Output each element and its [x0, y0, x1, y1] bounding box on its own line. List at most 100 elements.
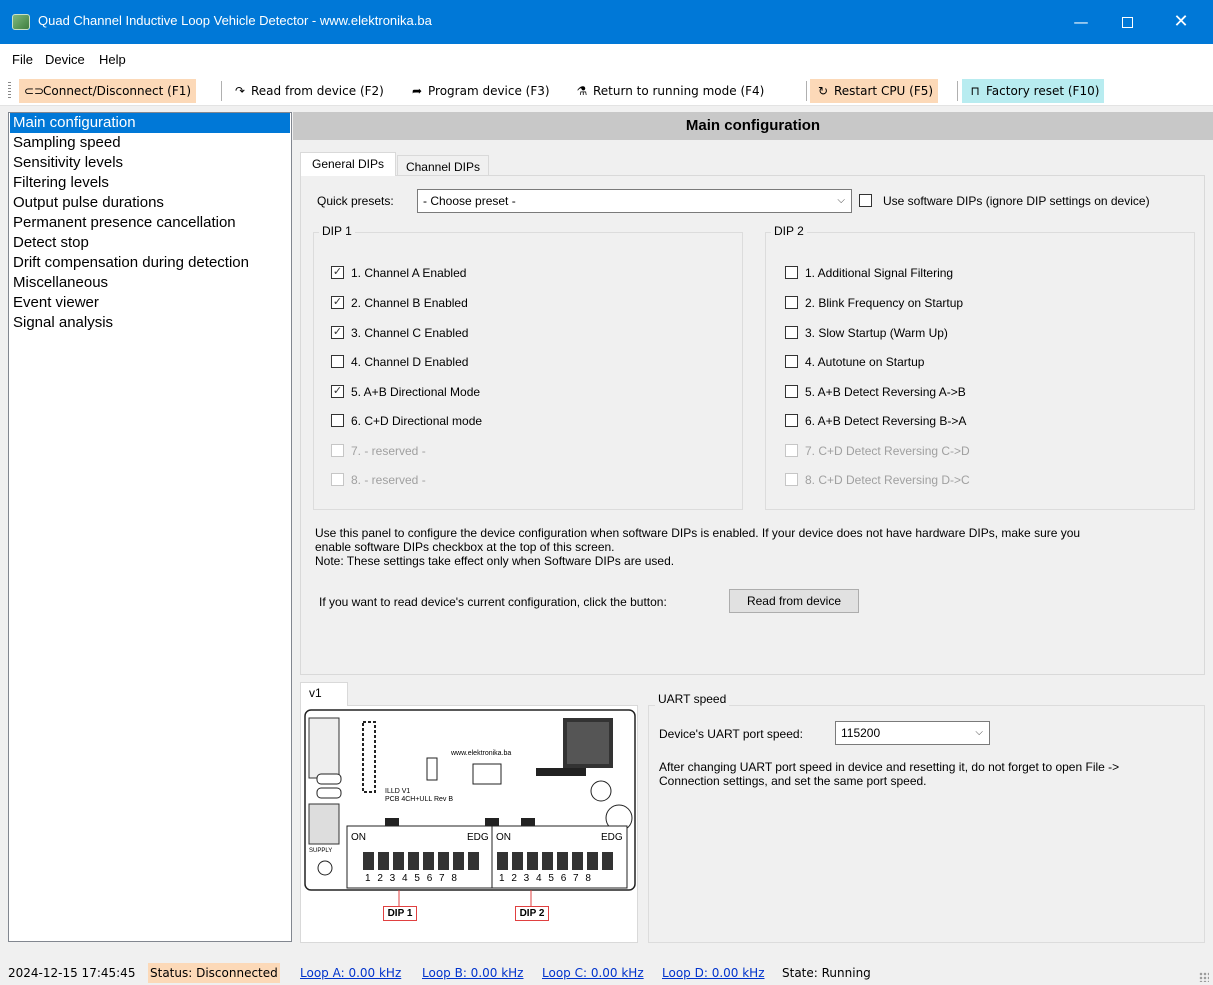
- checkbox-box: [785, 326, 798, 339]
- checkbox-box: [331, 444, 344, 457]
- dip2-callout: DIP 2: [515, 906, 549, 921]
- factory-reset-icon: ⊓: [970, 84, 980, 98]
- uart-note-line1: After changing UART port speed in device…: [659, 760, 1120, 774]
- dip1-on-label: ON: [351, 832, 366, 843]
- status-state: State: Running: [782, 966, 871, 980]
- dip1-edg-label: EDG: [467, 832, 489, 843]
- board-rev-text: PCB 4CH+ULL Rev B: [385, 796, 454, 803]
- page-title: Main configuration: [293, 112, 1213, 140]
- uart-speed-group-title: UART speed: [655, 692, 730, 706]
- checkbox-box: [785, 385, 798, 398]
- tab-v1[interactable]: v1: [300, 682, 348, 706]
- checkbox-checked: ✓: [331, 326, 344, 339]
- toolbar: ⊂⊃Connect/Disconnect (F1) ↷ Read from dev…: [0, 76, 1213, 106]
- dip2-edg-label: EDG: [601, 832, 623, 843]
- toolbar-separator: [806, 81, 807, 101]
- dip2-switch-numbers: 1 2 3 4 5 6 7 8: [499, 873, 593, 884]
- toolbar-separator: [221, 81, 222, 101]
- restart-icon: ↻: [817, 84, 829, 98]
- dip2-group-title: DIP 2: [771, 224, 807, 238]
- quick-presets-label: Quick presets:: [317, 194, 394, 208]
- read-config-prompt: If you want to read device's current con…: [319, 595, 667, 609]
- dip2-on-label: ON: [496, 832, 511, 843]
- checkbox-box: [331, 414, 344, 427]
- sidebar-item-miscellaneous[interactable]: Miscellaneous: [10, 273, 290, 293]
- status-loop-c[interactable]: Loop C: 0.00 kHz: [540, 963, 646, 983]
- restart-cpu-button[interactable]: ↻ Restart CPU (F5): [810, 79, 939, 103]
- checkbox-box: [785, 414, 798, 427]
- menu-device[interactable]: Device: [45, 52, 85, 67]
- tab-general-dips[interactable]: General DIPs: [300, 152, 396, 176]
- checkbox-box: [859, 194, 872, 207]
- resize-grip-icon[interactable]: [1199, 972, 1209, 982]
- dip1-callout: DIP 1: [383, 906, 417, 921]
- checkbox-box: [785, 473, 798, 486]
- toolbar-separator: [957, 81, 958, 101]
- checkbox-checked: ✓: [331, 266, 344, 279]
- close-button[interactable]: ✕: [1158, 0, 1204, 44]
- board-website-text: www.elektronika.ba: [451, 750, 512, 757]
- checkbox-checked: ✓: [331, 296, 344, 309]
- checkbox-box: [785, 266, 798, 279]
- status-loop-a[interactable]: Loop A: 0.00 kHz: [298, 963, 403, 983]
- software-dips-note-line1: Use this panel to configure the device c…: [315, 526, 1081, 540]
- menu-help[interactable]: Help: [99, 52, 126, 67]
- sidebar-item-main-configuration[interactable]: Main configuration: [10, 113, 290, 133]
- read-from-device-panel-button[interactable]: Read from device: [729, 589, 859, 613]
- checkbox-box: [331, 355, 344, 368]
- board-name-text: ILLD V1: [385, 788, 411, 795]
- program-icon: ➦: [411, 84, 423, 98]
- sidebar-item-sampling-speed[interactable]: Sampling speed: [10, 133, 290, 153]
- status-loop-b[interactable]: Loop B: 0.00 kHz: [420, 963, 525, 983]
- menu-file[interactable]: File: [12, 52, 33, 67]
- menu-bar: File Device Help: [0, 44, 1213, 76]
- maximize-button[interactable]: [1104, 0, 1150, 44]
- read-from-device-button[interactable]: ↷ Read from device (F2): [227, 79, 389, 103]
- window-title: Quad Channel Inductive Loop Vehicle Dete…: [38, 13, 432, 28]
- status-datetime: 2024-12-15 17:45:45: [8, 966, 136, 980]
- sidebar-item-event-viewer[interactable]: Event viewer: [10, 293, 290, 313]
- pcb-board-diagram: [304, 709, 636, 906]
- uart-port-speed-label: Device's UART port speed:: [659, 727, 803, 741]
- sidebar-item-detect-stop[interactable]: Detect stop: [10, 233, 290, 253]
- checkbox-box: [785, 444, 798, 457]
- checkbox-box: [785, 355, 798, 368]
- sidebar-item-output-pulse-durations[interactable]: Output pulse durations: [10, 193, 290, 213]
- factory-reset-button[interactable]: ⊓ Factory reset (F10): [962, 79, 1105, 103]
- chevron-down-icon: ⌵: [837, 195, 845, 206]
- title-bar: Quad Channel Inductive Loop Vehicle Dete…: [0, 0, 1213, 44]
- uart-note-line2: Connection settings, and set the same po…: [659, 774, 927, 788]
- dip1-group-title: DIP 1: [319, 224, 355, 238]
- sidebar-nav: Main configuration Sampling speed Sensit…: [8, 112, 292, 942]
- board-diagram-panel: www.elektronika.ba ILLD V1 PCB 4CH+ULL R…: [300, 705, 638, 943]
- checkbox-box: [785, 296, 798, 309]
- uart-port-speed-dropdown[interactable]: 115200 ⌵: [835, 721, 990, 745]
- sidebar-item-signal-analysis[interactable]: Signal analysis: [10, 313, 290, 333]
- program-device-button[interactable]: ➦ Program device (F3): [404, 79, 555, 103]
- app-logo-icon: [12, 14, 30, 30]
- general-dips-panel: Quick presets: - Choose preset - ⌵ Use s…: [300, 175, 1205, 675]
- sidebar-item-filtering-levels[interactable]: Filtering levels: [10, 173, 290, 193]
- dip1-switch-numbers: 1 2 3 4 5 6 7 8: [365, 873, 459, 884]
- status-connection: Status: Disconnected: [148, 963, 280, 983]
- plug-icon: ⊂⊃: [24, 84, 45, 98]
- checkbox-box: [331, 473, 344, 486]
- connect-disconnect-button[interactable]: ⊂⊃Connect/Disconnect (F1): [19, 79, 197, 103]
- status-bar: 2024-12-15 17:45:45 Status: Disconnected…: [0, 961, 1213, 985]
- supply-label: SUPPLY: [309, 848, 333, 854]
- status-loop-d[interactable]: Loop D: 0.00 kHz: [660, 963, 767, 983]
- checkbox-checked: ✓: [331, 385, 344, 398]
- minimize-button[interactable]: —: [1058, 0, 1104, 44]
- maximize-icon: [1121, 17, 1133, 28]
- return-to-running-mode-button[interactable]: ⚗ Return to running mode (F4): [569, 79, 769, 103]
- flask-icon: ⚗: [576, 84, 588, 98]
- tab-channel-dips[interactable]: Channel DIPs: [397, 155, 489, 176]
- redo-arrow-icon: ↷: [234, 84, 246, 98]
- sidebar-item-drift-compensation[interactable]: Drift compensation during detection: [10, 253, 290, 273]
- sidebar-item-sensitivity-levels[interactable]: Sensitivity levels: [10, 153, 290, 173]
- chevron-down-icon: ⌵: [975, 727, 983, 738]
- quick-presets-dropdown[interactable]: - Choose preset - ⌵: [417, 189, 852, 213]
- software-dips-note-line3: Note: These settings take effect only wh…: [315, 554, 675, 568]
- toolbar-grip: [8, 82, 11, 100]
- sidebar-item-permanent-presence-cancellation[interactable]: Permanent presence cancellation: [10, 213, 290, 233]
